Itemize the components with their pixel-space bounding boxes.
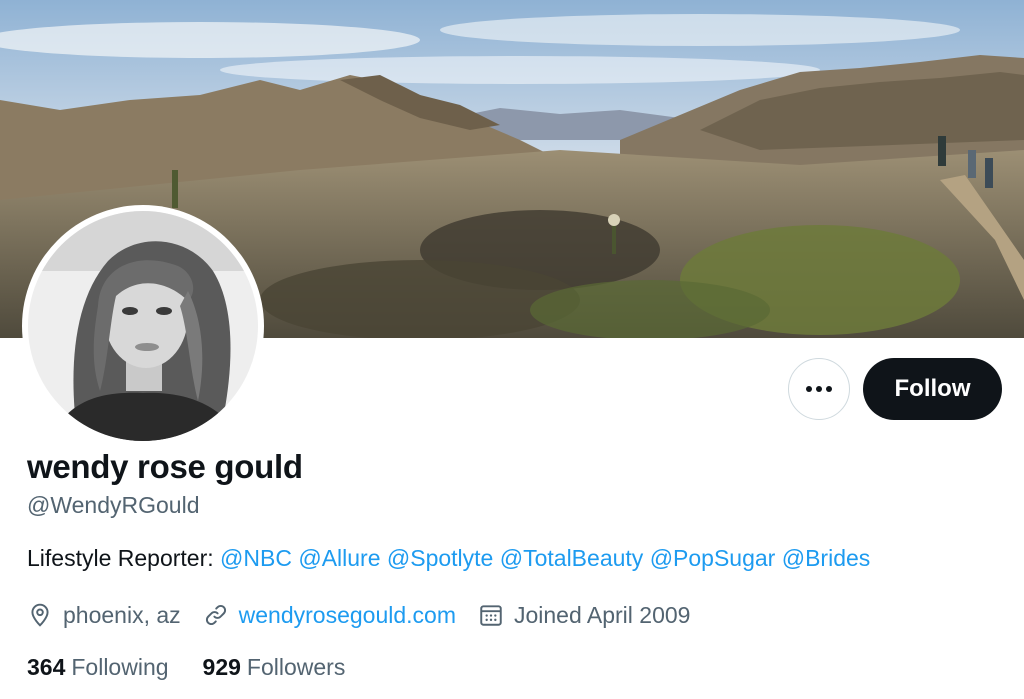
profile-bio: Lifestyle Reporter: @NBC @Allure @Spotly… bbox=[27, 545, 870, 572]
more-options-button[interactable] bbox=[788, 358, 850, 420]
followers-label: Followers bbox=[246, 654, 346, 680]
calendar-icon bbox=[480, 605, 502, 626]
bio-mention-spotlyte[interactable]: @Spotlyte bbox=[387, 545, 493, 571]
more-horizontal-icon-dot bbox=[816, 386, 822, 392]
display-name: wendy rose gould bbox=[27, 448, 303, 485]
more-horizontal-icon-dot bbox=[826, 386, 832, 392]
profile-website[interactable]: wendyrosegould.com bbox=[203, 602, 456, 629]
bio-text: Lifestyle Reporter: bbox=[27, 545, 221, 571]
followers-link[interactable]: 929 Followers bbox=[203, 654, 346, 681]
profile-avatar[interactable] bbox=[22, 205, 264, 447]
bio-mention-totalbeauty[interactable]: @TotalBeauty bbox=[500, 545, 644, 571]
bio-mention-allure[interactable]: @Allure bbox=[298, 545, 380, 571]
location-text: phoenix, az bbox=[63, 601, 181, 628]
follow-button[interactable]: Follow bbox=[863, 358, 1002, 420]
user-handle: @WendyRGould bbox=[27, 492, 200, 518]
followers-count: 929 bbox=[202, 654, 241, 680]
profile-meta-row: phoenix, az wendyrosegould.com Joined Ap… bbox=[27, 598, 712, 632]
profile-location: phoenix, az bbox=[27, 602, 181, 629]
link-icon bbox=[205, 604, 226, 626]
profile-stats: 364 Following 929 Followers bbox=[27, 654, 379, 681]
bio-mention-popsugar[interactable]: @PopSugar bbox=[650, 545, 776, 571]
profile-joined: Joined April 2009 bbox=[478, 602, 690, 629]
more-horizontal-icon bbox=[806, 386, 812, 392]
following-count: 364 bbox=[27, 654, 66, 680]
following-label: Following bbox=[71, 654, 169, 680]
bio-mention-brides[interactable]: @Brides bbox=[782, 545, 871, 571]
location-pin-icon bbox=[31, 603, 49, 627]
website-link[interactable]: wendyrosegould.com bbox=[239, 602, 456, 629]
bio-mention-nbc[interactable]: @NBC bbox=[220, 545, 292, 571]
avatar-photo bbox=[28, 211, 258, 441]
joined-text: Joined April 2009 bbox=[513, 601, 691, 628]
following-link[interactable]: 364 Following bbox=[27, 654, 169, 681]
